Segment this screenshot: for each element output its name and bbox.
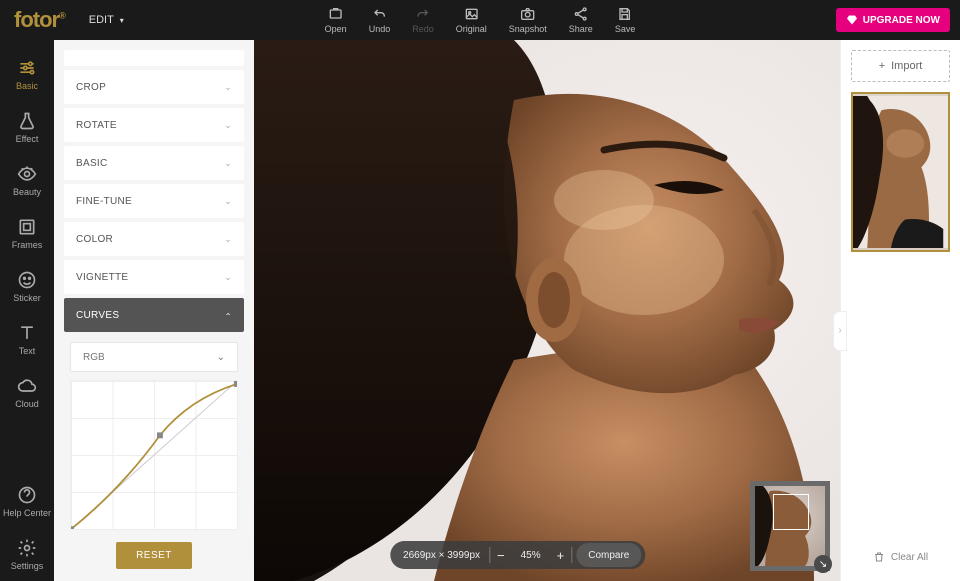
reset-button[interactable]: RESET [116, 542, 192, 569]
rail-beauty[interactable]: Beauty [0, 154, 54, 207]
image-thumbnail[interactable] [851, 92, 950, 252]
text-icon [17, 323, 37, 343]
save-button[interactable]: Save [615, 6, 636, 34]
nav-rail: Basic Effect Beauty Frames Sticker Text … [0, 40, 54, 581]
save-icon [617, 6, 633, 22]
help-icon [17, 485, 37, 505]
rail-text[interactable]: Text [0, 313, 54, 366]
zoom-out-button[interactable]: − [490, 548, 512, 563]
chevron-down-icon: ⌄ [224, 272, 232, 283]
rail-help-center[interactable]: Help Center [0, 475, 54, 528]
main-toolbar: Open Undo Redo Original Snapshot Share S… [325, 6, 636, 34]
diamond-icon [846, 14, 858, 26]
right-sidebar: + Import › Clear All [840, 40, 960, 581]
compare-button[interactable]: Compare [576, 543, 641, 567]
accordion-rotate[interactable]: ROTATE⌄ [64, 108, 244, 142]
upgrade-button[interactable]: UPGRADE NOW [836, 8, 950, 32]
redo-icon [415, 6, 431, 22]
share-icon [573, 6, 589, 22]
camera-icon [520, 6, 536, 22]
rail-cloud[interactable]: Cloud [0, 366, 54, 419]
import-button[interactable]: + Import [851, 50, 950, 82]
undo-icon [371, 6, 387, 22]
chevron-down-icon: ▾ [120, 16, 124, 25]
sticker-icon [17, 270, 37, 290]
snapshot-button[interactable]: Snapshot [509, 6, 547, 34]
zoom-level: 45% [512, 541, 550, 569]
chevron-down-icon: ⌄ [224, 234, 232, 245]
accordion-fine-tune[interactable]: FINE-TUNE⌄ [64, 184, 244, 218]
rail-effect[interactable]: Effect [0, 101, 54, 154]
chevron-down-icon: ⌄ [224, 120, 232, 131]
adjustment-panel: CROP⌄ ROTATE⌄ BASIC⌄ FINE-TUNE⌄ COLOR⌄ V… [54, 40, 254, 581]
accordion-vignette[interactable]: VIGNETTE⌄ [64, 260, 244, 294]
accordion-crop[interactable]: CROP⌄ [64, 70, 244, 104]
canvas[interactable]: 2669px × 3999px − 45% + Compare ↘ [254, 40, 840, 581]
image-icon [463, 6, 479, 22]
navigator-viewport[interactable] [773, 494, 809, 530]
rail-basic[interactable]: Basic [0, 48, 54, 101]
accordion-color[interactable]: COLOR⌄ [64, 222, 244, 256]
chevron-down-icon: ⌄ [224, 196, 232, 207]
flask-icon [17, 111, 37, 131]
eye-icon [17, 164, 37, 184]
chevron-down-icon: ⌄ [217, 352, 225, 363]
chevron-down-icon: ⌄ [224, 158, 232, 169]
rail-settings[interactable]: Settings [0, 528, 54, 581]
gear-icon [17, 538, 37, 558]
redo-button: Redo [412, 6, 434, 34]
zoom-bar: 2669px × 3999px − 45% + Compare [390, 541, 645, 569]
accordion-curves[interactable]: CURVES⌄ [64, 298, 244, 332]
logo-text: fotor [14, 7, 59, 32]
zoom-in-button[interactable]: + [550, 548, 572, 563]
logo: fotor® [14, 7, 65, 33]
trash-icon [873, 551, 885, 563]
curve-line [71, 381, 237, 529]
clear-all-button[interactable]: Clear All [851, 543, 950, 571]
open-button[interactable]: Open [325, 6, 347, 34]
frame-icon [17, 217, 37, 237]
mode-dropdown[interactable]: EDIT ▾ [89, 14, 124, 26]
chevron-up-icon: ⌄ [224, 310, 232, 321]
sidebar-expand-button[interactable]: › [833, 311, 847, 351]
open-icon [328, 6, 344, 22]
curves-graph[interactable] [70, 380, 238, 530]
app-header: fotor® EDIT ▾ Open Undo Redo Original Sn… [0, 0, 960, 40]
navigator-preview [755, 486, 825, 566]
mode-label: EDIT [89, 14, 114, 26]
logo-mark: ® [59, 11, 65, 21]
navigator-collapse-button[interactable]: ↘ [814, 555, 832, 573]
navigator[interactable]: ↘ [750, 481, 830, 571]
rail-frames[interactable]: Frames [0, 207, 54, 260]
chevron-down-icon: ⌄ [224, 82, 232, 93]
curves-body: RGB ⌄ RESET [64, 336, 244, 569]
cloud-icon [17, 376, 37, 396]
channel-select[interactable]: RGB ⌄ [70, 342, 238, 372]
accordion-basic[interactable]: BASIC⌄ [64, 146, 244, 180]
sliders-icon [17, 58, 37, 78]
rail-sticker[interactable]: Sticker [0, 260, 54, 313]
canvas-dimensions: 2669px × 3999px [394, 541, 489, 569]
share-button[interactable]: Share [569, 6, 593, 34]
plus-icon: + [879, 60, 885, 72]
panel-placeholder [64, 50, 244, 66]
original-button[interactable]: Original [456, 6, 487, 34]
undo-button[interactable]: Undo [369, 6, 391, 34]
